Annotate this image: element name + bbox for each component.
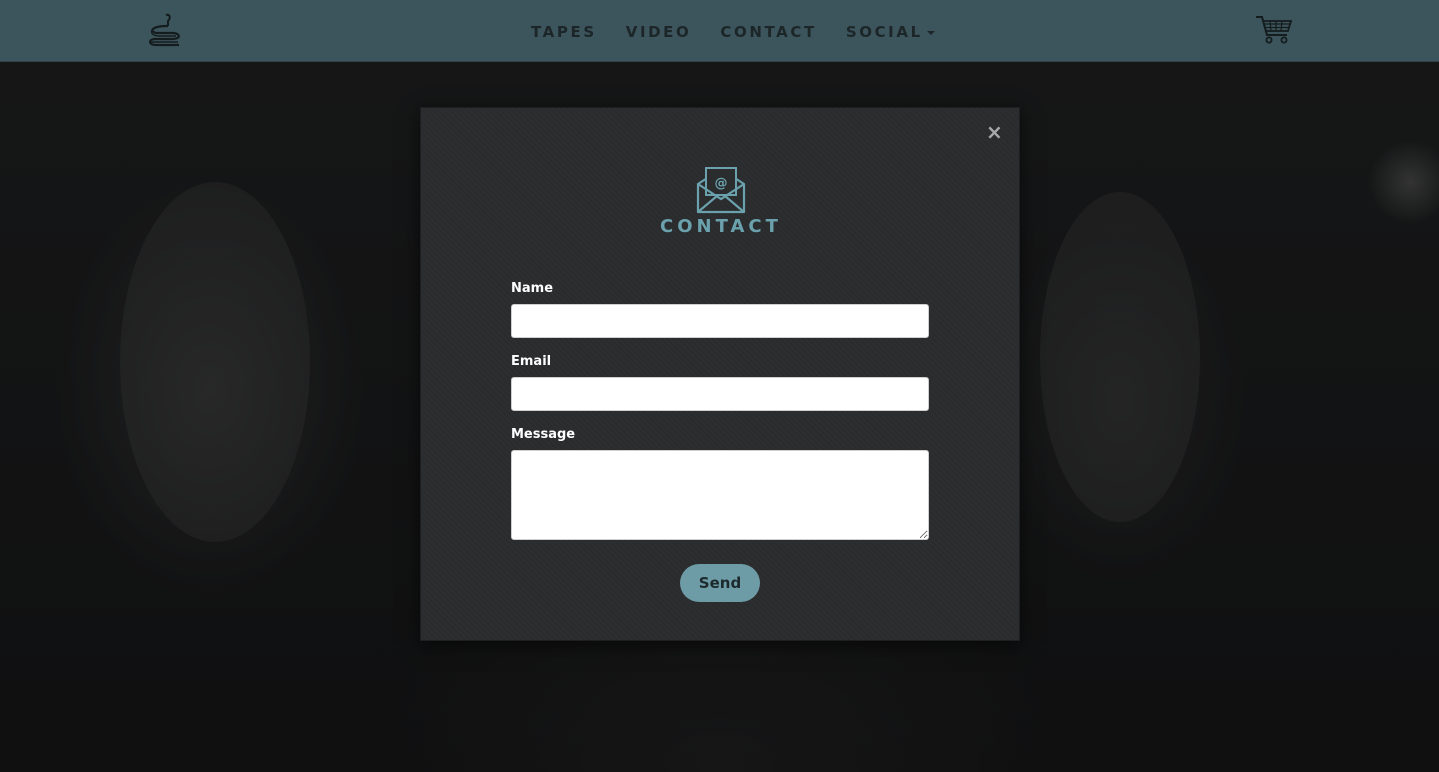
nav-item-social[interactable]: SOCIAL	[846, 22, 935, 42]
nav-item-social-label: SOCIAL	[845, 23, 923, 41]
email-field[interactable]	[511, 377, 929, 411]
email-label: Email	[511, 354, 552, 369]
close-button[interactable]: ×	[986, 122, 1003, 142]
modal-title: CONTACT	[660, 216, 782, 237]
page: TAPES VIDEO CONTACT SOCIAL × @ CONTACT N…	[0, 0, 1439, 772]
nav-item-tapes[interactable]: TAPES	[531, 22, 597, 42]
name-label: Name	[511, 281, 554, 296]
message-field[interactable]	[511, 450, 929, 540]
top-navbar: TAPES VIDEO CONTACT SOCIAL	[0, 0, 1439, 62]
contact-modal: × @ CONTACT Name Email Message Send	[420, 107, 1020, 641]
send-button[interactable]: Send	[680, 564, 760, 602]
message-label: Message	[511, 427, 576, 442]
snake-logo-icon[interactable]	[146, 12, 184, 48]
name-field[interactable]	[511, 304, 929, 338]
svg-text:@: @	[715, 176, 728, 191]
shopping-cart-icon[interactable]	[1255, 14, 1293, 46]
main-nav: TAPES VIDEO CONTACT SOCIAL	[531, 22, 964, 42]
envelope-at-icon: @	[695, 166, 747, 214]
chevron-down-icon	[926, 30, 935, 35]
nav-item-contact[interactable]: CONTACT	[720, 22, 816, 42]
nav-item-video[interactable]: VIDEO	[626, 22, 692, 42]
